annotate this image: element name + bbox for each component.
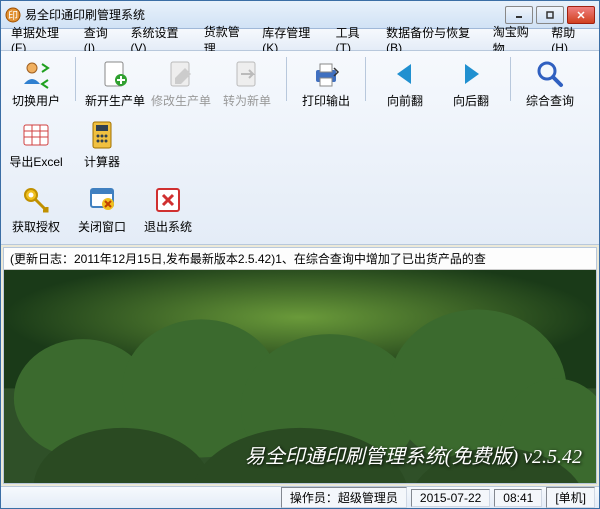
print-button[interactable]: 打印输出 [297, 55, 355, 112]
page-next-button[interactable]: 向后翻 [442, 55, 500, 112]
arrow-right-icon [455, 58, 487, 90]
page-next-label: 向后翻 [453, 92, 489, 109]
statusbar: 操作员：超级管理员 2015-07-22 08:41 [单机] [1, 486, 599, 508]
status-time: 08:41 [494, 489, 542, 507]
status-date: 2015-07-22 [411, 489, 490, 507]
to-new-order-label: 转为新单 [223, 92, 271, 109]
key-icon [20, 184, 52, 216]
close-button[interactable] [567, 6, 595, 24]
close-window-label: 关闭窗口 [78, 218, 126, 235]
background-image: 易全印通印刷管理系统(免费版) v2.5.42 [4, 270, 596, 483]
toolbar-separator [365, 57, 366, 101]
status-mode: [单机] [546, 487, 595, 508]
status-operator: 操作员：超级管理员 [281, 487, 407, 508]
new-production-button[interactable]: 新开生产单 [86, 55, 144, 112]
toolbar-separator [510, 57, 511, 101]
exit-icon [152, 184, 184, 216]
export-excel-button[interactable]: 导出Excel [7, 116, 65, 173]
calculator-button[interactable]: 计算器 [73, 116, 131, 173]
doc-convert-icon [231, 58, 263, 90]
calculator-label: 计算器 [84, 153, 120, 170]
arrow-left-icon [389, 58, 421, 90]
page-prev-button[interactable]: 向前翻 [376, 55, 434, 112]
excel-icon [20, 119, 52, 151]
doc-edit-icon [165, 58, 197, 90]
close-window-button[interactable]: 关闭窗口 [73, 181, 131, 238]
user-swap-icon [20, 58, 52, 90]
status-operator-label: 操作员： [290, 491, 338, 505]
exit-system-button[interactable]: 退出系统 [139, 181, 197, 238]
app-icon: 印 [5, 7, 21, 23]
calc-icon [86, 119, 118, 151]
switch-user-button[interactable]: 切换用户 [7, 55, 65, 112]
status-operator-value: 超级管理员 [338, 491, 398, 505]
get-license-button[interactable]: 获取授权 [7, 181, 65, 238]
toolbar: 切换用户 新开生产单修改生产单转为新单 打印输出 向前翻 向后翻 综合查询导出Excel 计… [1, 51, 599, 245]
win-close-icon [86, 184, 118, 216]
new-production-label: 新开生产单 [85, 92, 145, 109]
page-prev-label: 向前翻 [387, 92, 423, 109]
modify-production-label: 修改生产单 [151, 92, 211, 109]
get-license-label: 获取授权 [12, 218, 60, 235]
to-new-order-button: 转为新单 [218, 55, 276, 112]
printer-icon [310, 58, 342, 90]
overlay-title: 易全印通印刷管理系统(免费版) v2.5.42 [245, 440, 582, 469]
comprehensive-query-button[interactable]: 综合查询 [521, 55, 579, 112]
toolbar-separator [286, 57, 287, 101]
doc-new-icon [99, 58, 131, 90]
menubar: 单据处理(F)查询(I)系统设置(V)货款管理库存管理(K)工具(T)数据备份与… [1, 29, 599, 51]
switch-user-label: 切换用户 [12, 92, 60, 109]
news-ticker: (更新日志：2011年12月15日,发布最新版本2.5.42)1、在综合查询中增… [4, 248, 596, 270]
exit-system-label: 退出系统 [144, 218, 192, 235]
svg-text:印: 印 [8, 10, 18, 22]
search-icon [534, 58, 566, 90]
toolbar-separator [75, 57, 76, 101]
modify-production-button: 修改生产单 [152, 55, 210, 112]
comprehensive-query-label: 综合查询 [526, 92, 574, 109]
export-excel-label: 导出Excel [9, 153, 62, 170]
content-area: (更新日志：2011年12月15日,发布最新版本2.5.42)1、在综合查询中增… [3, 247, 597, 484]
window-title: 易全印通印刷管理系统 [25, 6, 505, 23]
print-label: 打印输出 [302, 92, 350, 109]
